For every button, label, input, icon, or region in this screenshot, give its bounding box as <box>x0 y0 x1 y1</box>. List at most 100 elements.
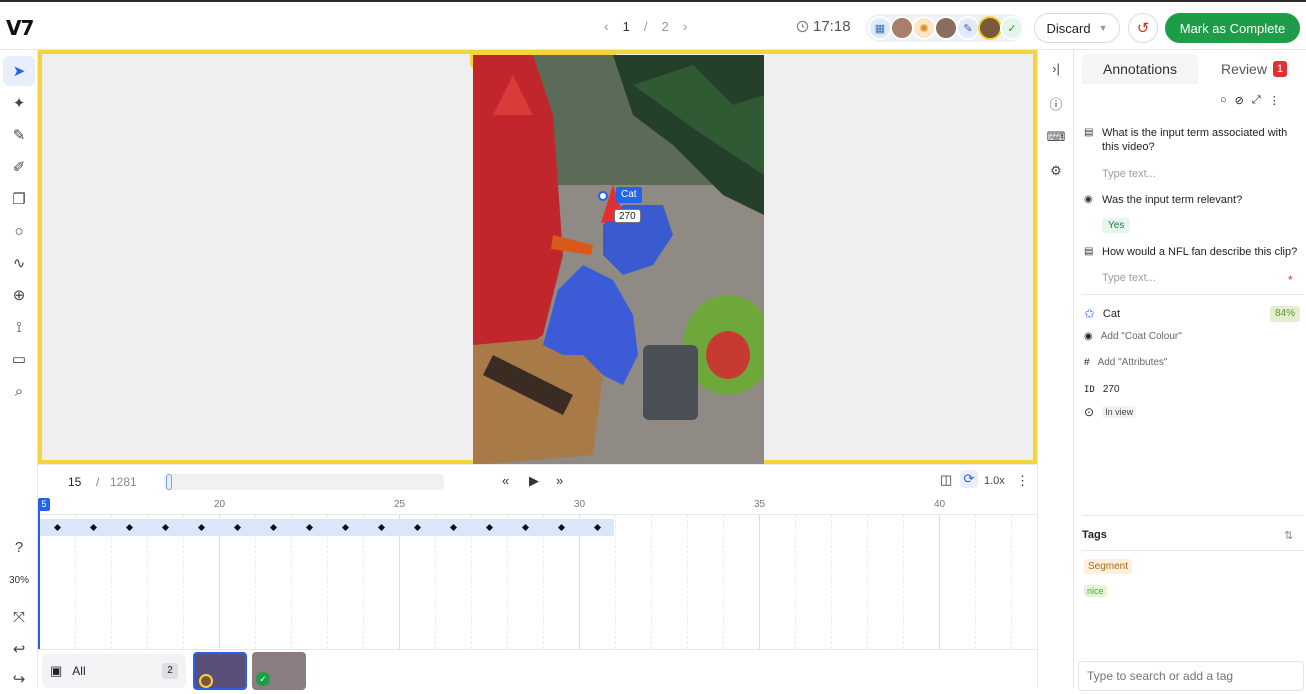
hide-icon[interactable]: ⊘ <box>1235 94 1244 107</box>
coat-colour-row[interactable]: ◉ Add "Coat Colour" <box>1084 331 1182 342</box>
info-icon[interactable]: ⓘ <box>1046 93 1066 113</box>
play-icon[interactable]: ▶ <box>529 473 539 489</box>
keyframe-marker[interactable] <box>377 523 386 532</box>
keyframe-marker[interactable] <box>593 523 602 532</box>
avatar[interactable] <box>890 16 914 40</box>
expand-icon[interactable]: ⤢ <box>1252 94 1261 107</box>
keyframe-marker[interactable] <box>125 523 134 532</box>
next-item-icon[interactable]: › <box>683 18 688 34</box>
bounding-box-tool-icon[interactable]: ❐ <box>3 184 35 214</box>
comment-tool-icon[interactable]: ▭ <box>3 344 35 374</box>
zoom-level[interactable]: 30% <box>0 575 38 586</box>
tab-annotations[interactable]: Annotations <box>1082 54 1198 84</box>
keyframe-marker[interactable] <box>53 523 62 532</box>
ellipse-tool-icon[interactable]: ○ <box>3 216 35 246</box>
answer-input[interactable]: Type text... <box>1102 168 1156 180</box>
annotation-class-label[interactable]: Cat <box>616 187 642 203</box>
undo-icon[interactable]: ↩ <box>3 634 35 664</box>
keyframe-marker[interactable] <box>485 523 494 532</box>
timeline-scrubber[interactable] <box>164 474 444 490</box>
stage-model-icon[interactable]: ✺ <box>912 16 936 40</box>
timeline-gridline <box>831 515 832 649</box>
annotation-handle[interactable] <box>598 191 608 201</box>
all-items-filter[interactable]: ▣ All 2 <box>42 654 186 688</box>
answer-chip[interactable]: Yes <box>1102 218 1131 233</box>
frame-ruler[interactable]: 5 20 25 30 35 40 <box>38 495 1037 515</box>
help-icon[interactable]: ? <box>3 532 35 562</box>
rewind-icon[interactable]: « <box>502 473 509 488</box>
keyframe-marker[interactable] <box>521 523 530 532</box>
v7-logo[interactable]: V7 <box>6 16 34 40</box>
avatar[interactable] <box>934 16 958 40</box>
tab-review[interactable]: Review 1 <box>1206 54 1302 84</box>
pen-tool-icon[interactable]: ✎ <box>3 120 35 150</box>
timeline-grid[interactable] <box>38 515 1037 649</box>
keyframe-marker[interactable] <box>341 523 350 532</box>
polyline-tool-icon[interactable]: ∿ <box>3 248 35 278</box>
more-options-icon[interactable]: ⋮ <box>1016 473 1029 489</box>
zoom-tool-icon[interactable]: ⌕ <box>3 376 35 406</box>
annotation-track[interactable] <box>40 519 614 536</box>
tag-chip[interactable]: Segment <box>1084 559 1133 574</box>
loop-icon[interactable]: ⟳ <box>960 470 978 488</box>
keyframe-marker[interactable] <box>269 523 278 532</box>
keyframe-marker[interactable] <box>449 523 458 532</box>
stage-avatars[interactable]: ▦ ✺ ✎ ✓ <box>866 14 1024 42</box>
stage-dataset-icon[interactable]: ▦ <box>868 16 892 40</box>
in-view-row[interactable]: ⊙ In view <box>1084 405 1137 419</box>
question-label: Was the input term relevant? <box>1102 194 1243 206</box>
timeline-gridline <box>939 515 940 649</box>
layers-icon: ▣ <box>50 663 63 678</box>
timeline-gridline <box>687 515 688 649</box>
redo-icon[interactable]: ↪ <box>3 664 35 694</box>
avatar[interactable] <box>978 16 1002 40</box>
annotate-stage-icon[interactable]: ✎ <box>956 16 980 40</box>
keyframe-marker[interactable] <box>89 523 98 532</box>
select-tool-icon[interactable]: ➤ <box>3 56 35 86</box>
playback-speed[interactable]: 1.0x <box>984 475 1005 487</box>
answer-input[interactable]: Type text... <box>1102 272 1156 284</box>
collapse-panel-icon[interactable]: ›| <box>1046 58 1066 78</box>
complete-stage-icon[interactable]: ✓ <box>1000 16 1024 40</box>
settings-sliders-icon[interactable]: ⚙ <box>1046 161 1066 181</box>
keyframe-marker[interactable] <box>305 523 314 532</box>
skeleton-tool-icon[interactable]: ⟟ <box>3 312 35 342</box>
auto-annotate-tool-icon[interactable]: ✦ <box>3 88 35 118</box>
brush-tool-icon[interactable]: ✐ <box>3 152 35 182</box>
keyboard-icon[interactable]: ⌨ <box>1046 127 1066 147</box>
playhead[interactable] <box>38 505 40 649</box>
keypoint-tool-icon[interactable]: ⊕ <box>3 280 35 310</box>
scrubber-handle[interactable] <box>166 474 172 490</box>
split-view-icon[interactable]: ◫ <box>940 472 952 488</box>
annotation-class-row[interactable]: ✩ Cat <box>1084 307 1120 321</box>
timeline-gridline <box>651 515 652 649</box>
prev-item-icon[interactable]: ‹ <box>604 18 609 34</box>
undo-button[interactable]: ↺ <box>1128 13 1158 43</box>
fit-view-icon[interactable]: ⤧ <box>3 602 35 632</box>
mark-complete-button[interactable]: Mark as Complete <box>1165 13 1300 43</box>
more-options-icon[interactable]: ⋮ <box>1269 94 1280 107</box>
keyframe-marker[interactable] <box>413 523 422 532</box>
attributes-row[interactable]: # Add "Attributes" <box>1084 357 1167 368</box>
tab-review-label: Review <box>1221 61 1267 77</box>
total-frames: 1281 <box>110 475 137 489</box>
discard-button[interactable]: Discard ▼ <box>1034 13 1120 43</box>
divider <box>1082 550 1304 551</box>
tag-chip[interactable]: nice <box>1084 585 1107 597</box>
keyframe-marker[interactable] <box>161 523 170 532</box>
circle-icon[interactable]: ○ <box>1220 94 1227 107</box>
sort-icon[interactable]: ⇅ <box>1284 529 1293 542</box>
keyframe-marker[interactable] <box>197 523 206 532</box>
keyframe-marker[interactable] <box>557 523 566 532</box>
tag-search-input[interactable] <box>1078 661 1304 691</box>
keyframe-marker[interactable] <box>233 523 242 532</box>
fast-forward-icon[interactable]: » <box>556 473 563 488</box>
pager-current: 1 <box>622 18 630 34</box>
image-canvas[interactable]: Reviewing Cat 270 <box>38 50 1037 465</box>
item-thumbnail[interactable]: ✓ <box>252 652 306 690</box>
current-frame[interactable]: 15 <box>68 475 81 489</box>
tags-title: Tags <box>1082 529 1107 541</box>
timeline-gridline <box>759 515 760 649</box>
video-frame[interactable]: Cat 270 <box>473 55 764 465</box>
item-thumbnail[interactable] <box>193 652 247 690</box>
